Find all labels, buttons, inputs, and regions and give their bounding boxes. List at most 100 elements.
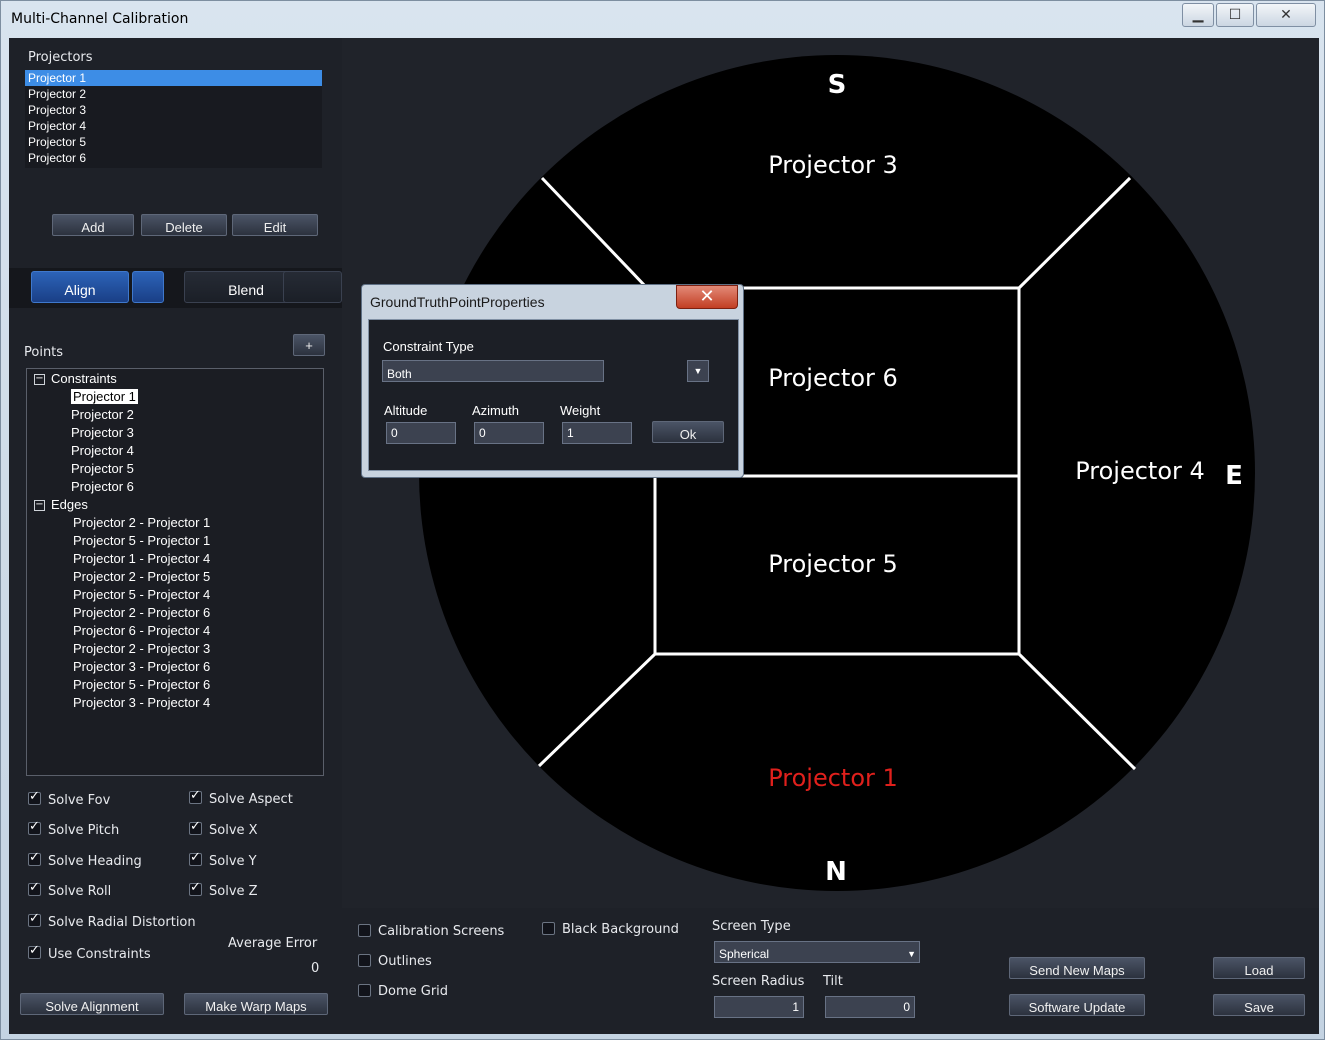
tree-edge-item[interactable]: Projector 2 - Projector 3 [73, 641, 210, 656]
load-button[interactable]: Load [1213, 957, 1305, 979]
tree-constraints-node[interactable]: Constraints [51, 371, 117, 386]
weight-input[interactable]: 1 [562, 422, 632, 444]
dome-grid-label: Dome Grid [378, 984, 449, 999]
screen-radius-label: Screen Radius [712, 974, 805, 989]
constraint-type-label: Constraint Type [383, 339, 474, 354]
solve-radial-distortion-checkbox[interactable] [28, 911, 41, 927]
left-panel: Projectors Projector 1 Projector 2 Project… [9, 38, 342, 1034]
tree-edge-item[interactable]: Projector 2 - Projector 6 [73, 605, 210, 620]
outlines-checkbox[interactable] [358, 954, 371, 967]
projector-list-item[interactable]: Projector 1 [25, 70, 322, 86]
projector-list-item[interactable]: Projector 2 [25, 86, 322, 102]
tree-edge-item[interactable]: Projector 5 - Projector 1 [73, 533, 210, 548]
chevron-down-icon: ▼ [693, 366, 703, 376]
tree-constraint-item[interactable]: Projector 6 [71, 479, 134, 494]
south-label: S [828, 70, 847, 100]
tree-edge-item[interactable]: Projector 1 - Projector 4 [73, 551, 210, 566]
use-constraints-label: Use Constraints [48, 947, 151, 962]
chevron-down-icon: ▼ [907, 949, 916, 959]
tree-edge-item[interactable]: Projector 3 - Projector 4 [73, 695, 210, 710]
solve-radial-distortion-label: Solve Radial Distortion [48, 915, 196, 930]
solve-heading-label: Solve Heading [48, 854, 142, 869]
tilt-input[interactable]: 0 [825, 996, 915, 1018]
use-constraints-checkbox[interactable] [28, 943, 41, 959]
close-icon: ✕ [1280, 7, 1292, 23]
close-window-button[interactable]: ✕ [1256, 3, 1316, 27]
add-point-button[interactable]: + [293, 334, 325, 356]
tree-constraint-item[interactable]: Projector 1 [71, 389, 138, 404]
projector-list-item[interactable]: Projector 6 [25, 150, 322, 166]
average-error-value: 0 [311, 961, 320, 976]
projector-6-label: Projector 6 [768, 364, 898, 392]
azimuth-input[interactable]: 0 [474, 422, 544, 444]
projector-5-label: Projector 5 [768, 550, 898, 578]
solve-pitch-checkbox[interactable] [28, 819, 41, 835]
edit-projector-button[interactable]: Edit [232, 214, 318, 236]
tree-edge-item[interactable]: Projector 6 - Projector 4 [73, 623, 210, 638]
dialog-close-button[interactable]: ✕ [676, 285, 738, 309]
tree-edge-item[interactable]: Projector 5 - Projector 6 [73, 677, 210, 692]
average-error-label: Average Error [228, 936, 318, 951]
minimize-button[interactable]: ▁ [1182, 3, 1214, 27]
make-warp-maps-button[interactable]: Make Warp Maps [184, 993, 328, 1015]
solve-x-checkbox[interactable] [189, 819, 202, 835]
projector-list[interactable]: Projector 1 Projector 2 Projector 3 Project… [25, 70, 322, 168]
solve-heading-checkbox[interactable] [28, 850, 41, 866]
tab-extra[interactable] [283, 271, 342, 303]
ok-button[interactable]: Ok [652, 421, 724, 443]
collapse-edges-icon[interactable]: − [34, 500, 45, 511]
dialog-body: Constraint Type Both ▼ Altitude Azimuth … [368, 319, 739, 471]
altitude-input[interactable]: 0 [386, 422, 456, 444]
screen-type-select[interactable]: Spherical ▼ [714, 941, 920, 963]
tree-edge-item[interactable]: Projector 5 - Projector 4 [73, 587, 210, 602]
tab-bar: Align Blend [9, 268, 342, 308]
close-icon: ✕ [699, 286, 715, 307]
solve-x-label: Solve X [209, 823, 258, 838]
collapse-constraints-icon[interactable]: − [34, 374, 45, 385]
tab-align[interactable]: Align [31, 271, 129, 303]
tree-constraint-item[interactable]: Projector 5 [71, 461, 134, 476]
tree-constraint-item[interactable]: Projector 3 [71, 425, 134, 440]
solve-fov-checkbox[interactable] [28, 789, 41, 805]
projector-list-item[interactable]: Projector 3 [25, 102, 322, 118]
tree-constraint-item[interactable]: Projector 2 [71, 407, 134, 422]
solve-fov-label: Solve Fov [48, 793, 111, 808]
solve-alignment-button[interactable]: Solve Alignment [20, 993, 164, 1015]
projector-list-item[interactable]: Projector 4 [25, 118, 322, 134]
window-title: Multi-Channel Calibration [11, 11, 189, 27]
maximize-button[interactable]: ☐ [1216, 3, 1254, 27]
azimuth-label: Azimuth [472, 403, 519, 418]
projector-list-item[interactable]: Projector 5 [25, 134, 322, 150]
points-tree[interactable]: − Constraints − Edges Projector 1 Project… [26, 368, 324, 776]
solve-z-checkbox[interactable] [189, 880, 202, 896]
tree-constraint-item[interactable]: Projector 4 [71, 443, 134, 458]
software-update-button[interactable]: Software Update [1009, 994, 1145, 1016]
bottom-panel: Calibration Screens Outlines Dome Grid B… [342, 908, 1319, 1034]
send-new-maps-button[interactable]: Send New Maps [1009, 957, 1145, 979]
tree-edges-node[interactable]: Edges [51, 497, 88, 512]
solve-z-label: Solve Z [209, 884, 258, 899]
weight-label: Weight [560, 403, 601, 418]
calibration-screens-checkbox[interactable] [358, 924, 371, 937]
constraint-type-dropdown-button[interactable]: ▼ [687, 360, 709, 382]
tree-edge-item[interactable]: Projector 2 - Projector 5 [73, 569, 210, 584]
black-background-label: Black Background [562, 922, 679, 937]
save-button[interactable]: Save [1213, 994, 1305, 1016]
constraint-type-select[interactable]: Both [382, 360, 604, 382]
ground-truth-point-dialog: GroundTruthPointProperties ✕ Constraint … [361, 284, 744, 478]
tree-edge-item[interactable]: Projector 3 - Projector 6 [73, 659, 210, 674]
add-projector-button[interactable]: Add [52, 214, 134, 236]
solve-roll-checkbox[interactable] [28, 880, 41, 896]
tab-align-extension[interactable] [132, 271, 164, 303]
solve-aspect-label: Solve Aspect [209, 792, 293, 807]
tree-edge-item[interactable]: Projector 2 - Projector 1 [73, 515, 210, 530]
solve-y-checkbox[interactable] [189, 850, 202, 866]
solve-aspect-checkbox[interactable] [189, 788, 202, 804]
maximize-icon: ☐ [1228, 7, 1242, 23]
altitude-label: Altitude [384, 403, 428, 418]
delete-projector-button[interactable]: Delete [141, 214, 227, 236]
black-background-checkbox[interactable] [542, 922, 555, 935]
dome-grid-checkbox[interactable] [358, 984, 371, 997]
screen-radius-input[interactable]: 1 [714, 996, 804, 1018]
client-area: Projectors Projector 1 Projector 2 Project… [9, 38, 1319, 1034]
